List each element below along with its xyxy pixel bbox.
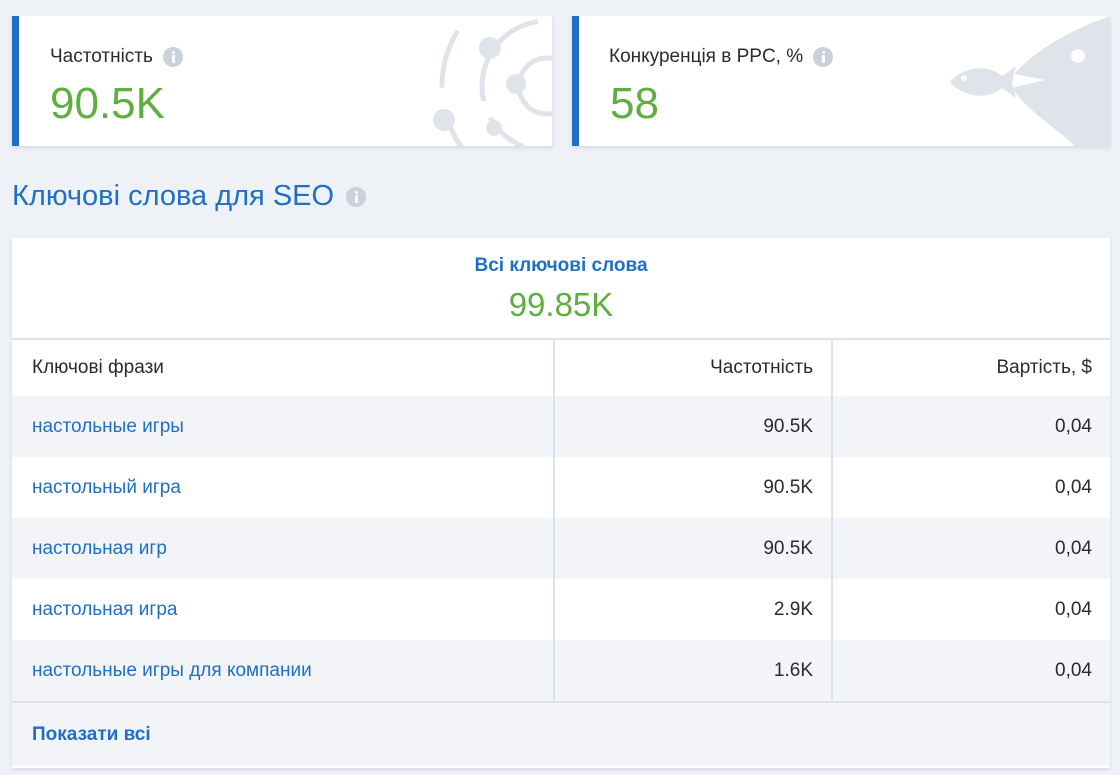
ppc-card-label-row: Конкуренція в PPC, % [609,46,834,68]
keywords-panel: Всі ключові слова 99.85K Ключові фрази Ч… [12,238,1110,768]
orbit-decoration-icon [433,16,552,146]
frequency-cell: 90.5K [553,457,832,518]
section-title-row: Ключові слова для SEO [12,180,367,213]
keywords-panel-footer: Показати всі [12,701,1110,766]
cost-cell: 0,04 [831,396,1110,457]
all-keywords-label: Всі ключові слова [474,255,648,276]
table-row: настольные игры для компании 1.6K 0,04 [12,640,1110,701]
table-row: настольный игра 90.5K 0,04 [12,457,1110,518]
frequency-card-label: Частотність [50,46,153,67]
frequency-cell: 90.5K [553,396,832,457]
table-row: настольная игр 90.5K 0,04 [12,518,1110,579]
frequency-cell: 1.6K [553,640,832,701]
ppc-card-label: Конкуренція в PPC, % [609,46,804,67]
info-icon[interactable] [813,47,834,67]
keywords-table: Ключові фрази Частотність Вартість, $ на… [12,340,1110,701]
keyword-link[interactable]: настольная игра [12,579,554,640]
cost-cell: 0,04 [831,457,1110,518]
column-header-frequency[interactable]: Частотність [553,340,832,396]
section-title: Ключові слова для SEO [12,180,335,212]
column-header-cost[interactable]: Вартість, $ [831,340,1110,396]
table-row: настольные игры 90.5K 0,04 [12,396,1110,457]
ppc-card-value: 58 [610,79,659,128]
ppc-competition-card: Конкуренція в PPC, % 58 [572,16,1110,146]
keyword-link[interactable]: настольный игра [12,457,554,518]
column-header-phrases[interactable]: Ключові фрази [12,340,554,396]
frequency-card: Частотність 90.5K [12,16,552,146]
fish-decoration-icon [950,16,1110,146]
frequency-cell: 90.5K [553,518,832,579]
info-icon[interactable] [346,186,367,207]
cost-cell: 0,04 [831,579,1110,640]
keyword-link[interactable]: настольные игры [12,396,554,457]
show-all-link[interactable]: Показати всі [32,724,151,746]
table-header-row: Ключові фрази Частотність Вартість, $ [12,340,1110,396]
keyword-link[interactable]: настольные игры для компании [12,640,554,701]
all-keywords-value: 99.85K [508,286,614,323]
cost-cell: 0,04 [831,518,1110,579]
keywords-summary: Всі ключові слова 99.85K [12,238,1110,340]
info-icon[interactable] [162,47,183,67]
frequency-card-label-row: Частотність [50,46,183,68]
frequency-card-value: 90.5K [50,79,165,128]
keyword-link[interactable]: настольная игр [12,518,554,579]
table-row: настольная игра 2.9K 0,04 [12,579,1110,640]
frequency-cell: 2.9K [553,579,832,640]
cost-cell: 0,04 [831,640,1110,701]
